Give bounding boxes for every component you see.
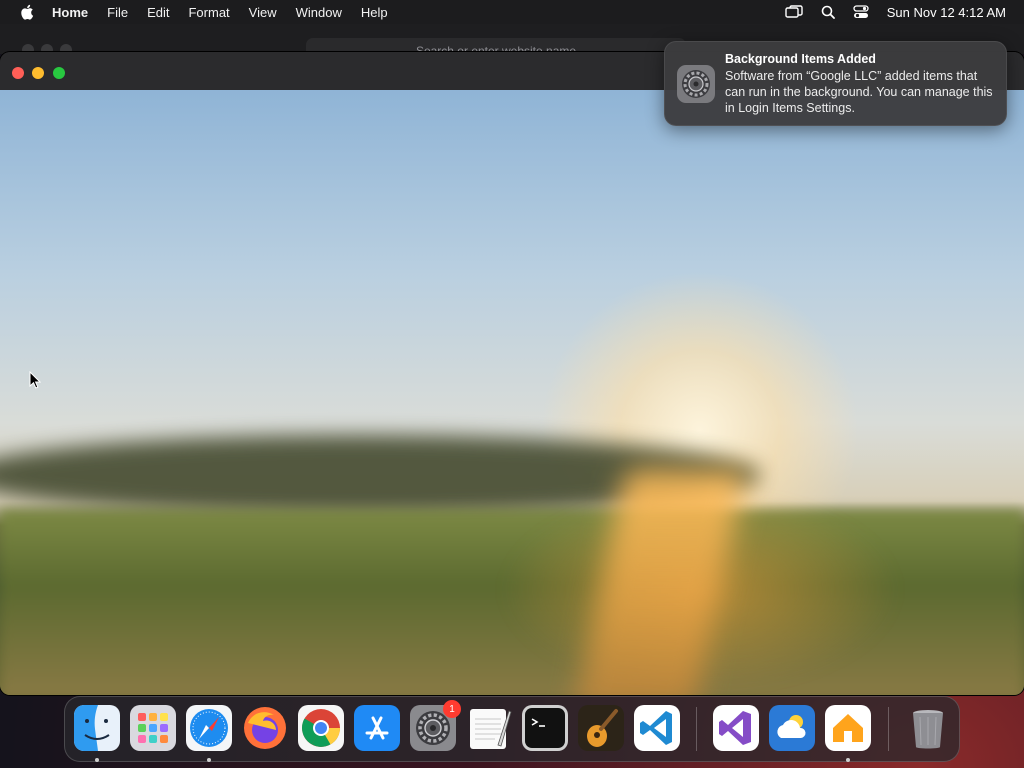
- dock-app-store[interactable]: [354, 705, 400, 751]
- dock-safari[interactable]: [186, 705, 232, 751]
- garageband-icon: [578, 705, 624, 751]
- visual-studio-icon: [713, 705, 759, 751]
- menu-format[interactable]: Format: [188, 5, 229, 20]
- menu-window[interactable]: Window: [296, 5, 342, 20]
- menu-file[interactable]: File: [107, 5, 128, 20]
- chrome-icon: [298, 705, 344, 751]
- menu-bar: Home File Edit Format View Window Help S…: [0, 0, 1024, 24]
- menu-view[interactable]: View: [249, 5, 277, 20]
- menu-bar-clock[interactable]: Sun Nov 12 4:12 AM: [887, 5, 1006, 20]
- menu-app-name[interactable]: Home: [52, 5, 88, 20]
- dock-vscode[interactable]: [634, 705, 680, 751]
- safari-icon: [186, 705, 232, 751]
- app-store-icon: [354, 705, 400, 751]
- maximize-window-button[interactable]: [53, 67, 65, 79]
- dock-finder[interactable]: [74, 705, 120, 751]
- dock-firefox[interactable]: [242, 705, 288, 751]
- search-icon[interactable]: [821, 5, 835, 19]
- dock-launchpad[interactable]: [130, 705, 176, 751]
- dock-chrome[interactable]: [298, 705, 344, 751]
- mouse-pointer-icon: [29, 370, 42, 394]
- running-indicator: [95, 758, 99, 762]
- apple-menu-icon[interactable]: [20, 4, 34, 20]
- control-center-icon[interactable]: [853, 5, 869, 19]
- dock-terminal[interactable]: [522, 705, 568, 751]
- dock-separator: [888, 707, 889, 751]
- home-icon: [825, 705, 871, 751]
- finder-icon: [74, 705, 120, 751]
- notification-badge: 1: [443, 700, 461, 718]
- close-window-button[interactable]: [12, 67, 24, 79]
- vscode-icon: [634, 705, 680, 751]
- menu-edit[interactable]: Edit: [147, 5, 169, 20]
- dock-textedit[interactable]: [466, 705, 512, 751]
- screen-mirroring-icon[interactable]: [785, 5, 803, 19]
- dock-home[interactable]: [825, 705, 871, 751]
- terminal-icon: [522, 705, 568, 751]
- launchpad-icon: [130, 705, 176, 751]
- minimize-window-button[interactable]: [32, 67, 44, 79]
- dock-separator: [696, 707, 697, 751]
- notification-banner[interactable]: Background Items Added Software from “Go…: [664, 41, 1007, 126]
- dock: 1: [64, 696, 960, 762]
- wallpaper-window: [0, 52, 1024, 695]
- dock-visual-studio[interactable]: [713, 705, 759, 751]
- notification-title: Background Items Added: [725, 52, 876, 66]
- dock-weather[interactable]: [769, 705, 815, 751]
- dock-system-settings[interactable]: 1: [410, 700, 461, 751]
- running-indicator: [846, 758, 850, 762]
- wallpaper-image: [0, 90, 1024, 695]
- firefox-icon: [244, 707, 286, 749]
- textedit-icon: [470, 709, 512, 749]
- weather-icon: [769, 705, 815, 751]
- running-indicator: [207, 758, 211, 762]
- trash-icon: [913, 710, 943, 749]
- notification-body: Software from “Google LLC” added items t…: [725, 69, 993, 115]
- system-settings-gear-icon: [677, 65, 715, 103]
- menu-bar-status-area: Sun Nov 12 4:12 AM: [767, 0, 1006, 24]
- menu-help[interactable]: Help: [361, 5, 388, 20]
- dock-trash[interactable]: [905, 705, 951, 751]
- dock-garageband[interactable]: [578, 705, 624, 751]
